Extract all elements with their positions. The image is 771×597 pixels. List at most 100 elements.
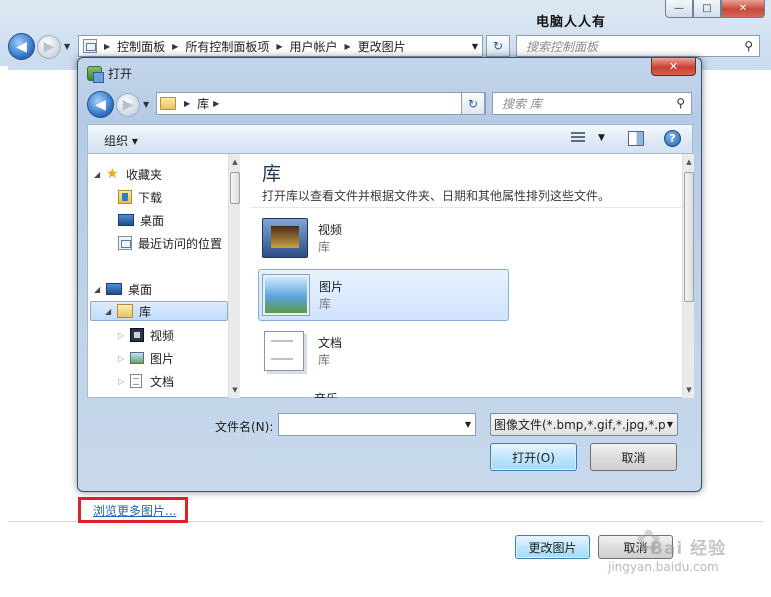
- nav-label: 桌面: [128, 282, 153, 297]
- chevron-right-icon[interactable]: ▶: [345, 42, 351, 51]
- chevron-right-icon[interactable]: ▷: [118, 354, 130, 363]
- refresh-icon: ↻: [467, 96, 479, 111]
- nav-scrollbar[interactable]: ▲ ▼: [228, 154, 240, 398]
- library-folder-icon: [117, 304, 133, 318]
- document-icon: [130, 374, 142, 388]
- nav-label: 桌面: [140, 213, 165, 228]
- library-folder-icon: [160, 97, 176, 110]
- nav-pictures[interactable]: ▷ 图片: [118, 348, 174, 368]
- library-item-pictures[interactable]: 图片 库: [258, 269, 509, 321]
- nav-libraries[interactable]: ◢ 库: [90, 301, 228, 321]
- forward-button[interactable]: ▶: [37, 34, 61, 59]
- dialog-refresh-button[interactable]: ↻: [461, 92, 485, 115]
- filetype-select[interactable]: 图像文件(*.bmp,*.gif,*.jpg,*.p ▼: [490, 413, 678, 436]
- window-edge: [0, 66, 8, 597]
- scrollbar-thumb[interactable]: [230, 172, 240, 204]
- dialog-search-input[interactable]: 搜索 库 ⚲: [492, 92, 692, 115]
- library-item-documents[interactable]: 文档 库: [258, 325, 509, 377]
- chevron-right-icon[interactable]: ▷: [118, 377, 130, 386]
- maximize-button[interactable]: □: [693, 0, 721, 18]
- libraries-description: 打开库以查看文件并根据文件夹、日期和其他属性排列这些文件。: [262, 189, 611, 203]
- window-controls: — □ ✕: [665, 0, 765, 18]
- library-list: 视频 库 图片 库 文档 库: [250, 207, 686, 398]
- chevron-down-icon[interactable]: ◢: [94, 170, 106, 179]
- nav-desktop[interactable]: ◢ 桌面: [94, 279, 152, 299]
- chevron-right-icon[interactable]: ▶: [184, 99, 190, 108]
- chevron-right-icon[interactable]: ▶: [276, 42, 282, 51]
- nav-recent-places[interactable]: 最近访问的位置: [118, 233, 222, 253]
- nav-label: 收藏夹: [126, 167, 163, 182]
- chevron-right-icon[interactable]: ▶: [104, 42, 110, 51]
- recent-pages-dropdown[interactable]: ▼: [143, 100, 149, 109]
- nav-downloads[interactable]: 下载: [118, 187, 162, 207]
- nav-label: 下载: [138, 190, 163, 205]
- dialog-titlebar: 打开: [87, 65, 132, 83]
- nav-label: 视频: [150, 328, 175, 343]
- content-scrollbar[interactable]: ▲ ▼: [682, 154, 694, 398]
- forward-button[interactable]: ▶: [116, 92, 140, 117]
- library-type: 库: [318, 353, 331, 367]
- libraries-heading: 库: [262, 163, 282, 185]
- download-folder-icon: [118, 190, 132, 204]
- chevron-down-icon[interactable]: ◢: [105, 307, 117, 316]
- pictures-library-icon: [263, 275, 309, 315]
- desktop-icon: [106, 283, 122, 295]
- chevron-down-icon[interactable]: ◢: [94, 285, 106, 294]
- chevron-down-icon[interactable]: ▼: [667, 420, 673, 429]
- dialog-body: ◢ ★ 收藏夹 下载 桌面 最近访问的位置 ◢ 桌面 ◢ 库 ▷ 视频 ▷ 图片…: [87, 154, 694, 398]
- nav-desktop-favorite[interactable]: 桌面: [118, 210, 164, 230]
- video-library-icon: [262, 218, 308, 258]
- search-icon[interactable]: ⚲: [744, 39, 753, 53]
- back-button[interactable]: ◀: [87, 91, 114, 118]
- library-type: 库: [319, 297, 332, 311]
- change-picture-button[interactable]: 更改图片: [515, 535, 590, 559]
- search-icon[interactable]: ⚲: [676, 96, 685, 110]
- chevron-right-icon[interactable]: ▶: [213, 99, 219, 108]
- dialog-toolbar: 组织 ▾ ▼ ?: [87, 124, 693, 154]
- close-button[interactable]: ✕: [721, 0, 765, 18]
- chevron-down-icon[interactable]: ▼: [598, 133, 605, 143]
- dialog-address-bar[interactable]: ▶ 库 ▶ ▼: [156, 92, 486, 115]
- breadcrumb-change-picture[interactable]: 更改图片: [358, 38, 406, 55]
- back-button[interactable]: ◀: [8, 33, 35, 60]
- nav-label: 图片: [150, 351, 175, 366]
- dialog-cancel-button[interactable]: 取消: [590, 443, 677, 471]
- chevron-right-icon[interactable]: ▷: [118, 331, 130, 340]
- filename-label: 文件名(N):: [215, 420, 274, 434]
- scroll-up-icon[interactable]: ▲: [229, 156, 241, 168]
- refresh-button[interactable]: ↻: [486, 35, 510, 57]
- library-item-music[interactable]: 音乐 库: [258, 381, 509, 398]
- search-input[interactable]: 搜索控制面板 ⚲: [516, 35, 760, 57]
- scrollbar-thumb[interactable]: [684, 172, 694, 302]
- chevron-right-icon[interactable]: ▶: [172, 42, 178, 51]
- browse-more-pictures-link[interactable]: 浏览更多图片...: [93, 502, 176, 519]
- scroll-down-icon[interactable]: ▼: [683, 384, 695, 396]
- scroll-down-icon[interactable]: ▼: [229, 384, 241, 396]
- dialog-close-button[interactable]: ✕: [651, 58, 696, 76]
- address-bar[interactable]: ▶ 控制面板 ▶ 所有控制面板项 ▶ 用户帐户 ▶ 更改图片 ▼: [78, 35, 483, 57]
- watermark-text: Bai 经验: [650, 539, 727, 559]
- preview-pane-icon[interactable]: [628, 131, 644, 146]
- minimize-button[interactable]: —: [665, 0, 693, 18]
- nav-label: 文档: [150, 374, 175, 389]
- breadcrumb-user-accounts[interactable]: 用户帐户: [290, 38, 338, 55]
- breadcrumb-libraries[interactable]: 库: [197, 95, 209, 112]
- scroll-up-icon[interactable]: ▲: [683, 156, 695, 168]
- nav-buttons: ◀ ▶ ▼: [8, 33, 70, 60]
- view-options-icon[interactable]: [571, 132, 587, 146]
- nav-videos[interactable]: ▷ 视频: [118, 325, 174, 345]
- nav-documents[interactable]: ▷ 文档: [118, 371, 174, 391]
- chevron-down-icon[interactable]: ▼: [472, 42, 478, 51]
- nav-favorites[interactable]: ◢ ★ 收藏夹: [94, 164, 162, 184]
- help-icon[interactable]: ?: [664, 130, 681, 147]
- library-name: 图片: [319, 280, 344, 294]
- open-button[interactable]: 打开(O): [490, 443, 577, 471]
- breadcrumb-all-items[interactable]: 所有控制面板项: [185, 38, 269, 55]
- filename-input[interactable]: ▼: [278, 413, 476, 436]
- library-item-videos[interactable]: 视频 库: [258, 212, 509, 264]
- open-dialog: 打开 ✕ ◀ ▶ ▼ ▶ 库 ▶ ▼ ↻ 搜索 库 ⚲ 组织 ▾ ▼ ? ◢ ★…: [77, 57, 702, 492]
- organize-menu[interactable]: 组织 ▾: [104, 132, 138, 149]
- breadcrumb-control-panel[interactable]: 控制面板: [117, 38, 165, 55]
- recent-pages-dropdown[interactable]: ▼: [64, 42, 70, 51]
- chevron-down-icon[interactable]: ▼: [465, 420, 471, 429]
